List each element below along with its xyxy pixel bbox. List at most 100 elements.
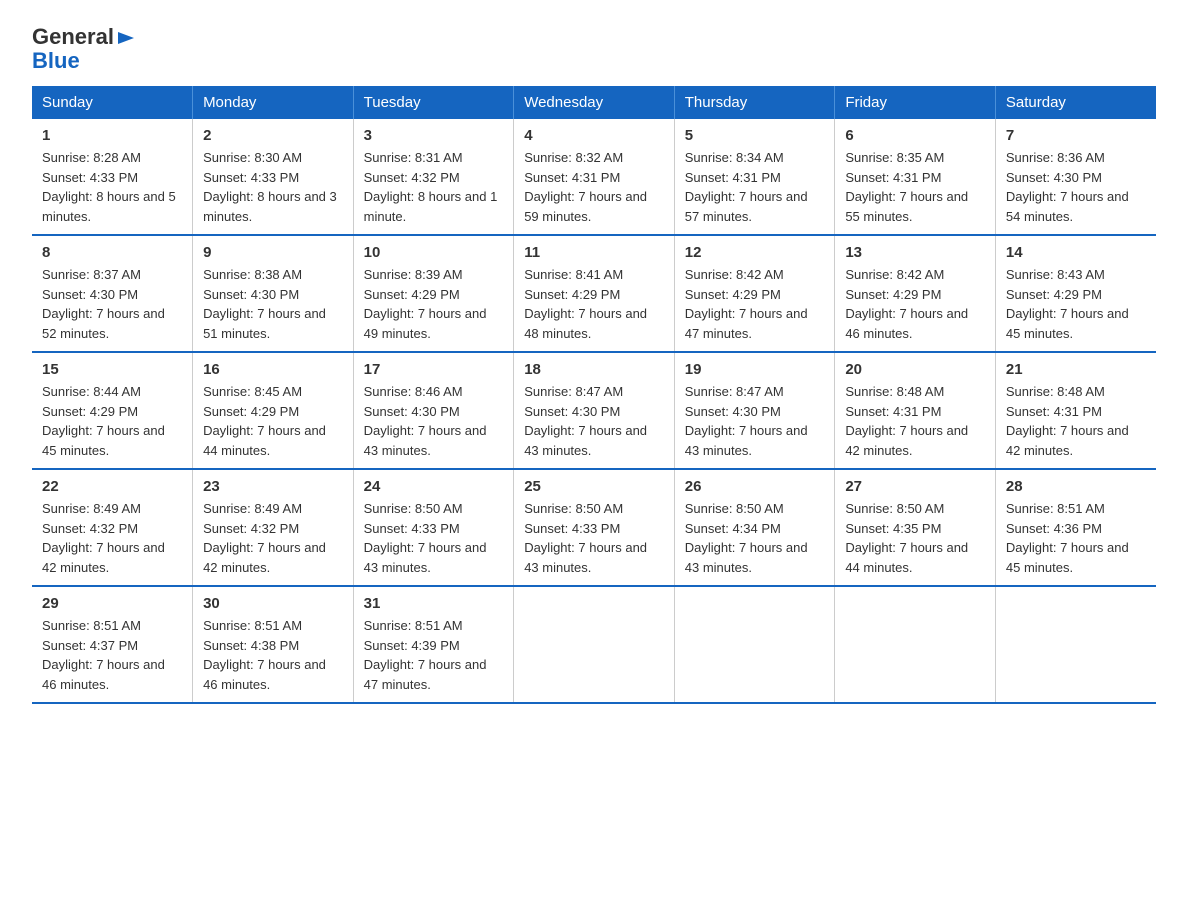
day-number: 21 (1006, 361, 1146, 378)
day-number: 15 (42, 361, 182, 378)
day-number: 5 (685, 127, 825, 144)
day-info: Sunrise: 8:35 AM Sunset: 4:31 PM Dayligh… (845, 148, 985, 226)
calendar-cell: 24 Sunrise: 8:50 AM Sunset: 4:33 PM Dayl… (353, 469, 514, 586)
calendar-cell: 12 Sunrise: 8:42 AM Sunset: 4:29 PM Dayl… (674, 235, 835, 352)
day-number: 16 (203, 361, 343, 378)
calendar-cell: 11 Sunrise: 8:41 AM Sunset: 4:29 PM Dayl… (514, 235, 675, 352)
weekday-header-sunday: Sunday (32, 86, 193, 119)
weekday-header-thursday: Thursday (674, 86, 835, 119)
weekday-header-friday: Friday (835, 86, 996, 119)
calendar-week-1: 1 Sunrise: 8:28 AM Sunset: 4:33 PM Dayli… (32, 119, 1156, 235)
day-info: Sunrise: 8:48 AM Sunset: 4:31 PM Dayligh… (845, 382, 985, 460)
calendar-cell: 31 Sunrise: 8:51 AM Sunset: 4:39 PM Dayl… (353, 586, 514, 703)
day-info: Sunrise: 8:34 AM Sunset: 4:31 PM Dayligh… (685, 148, 825, 226)
page-header: General Blue (32, 24, 1156, 74)
weekday-header-tuesday: Tuesday (353, 86, 514, 119)
day-info: Sunrise: 8:43 AM Sunset: 4:29 PM Dayligh… (1006, 265, 1146, 343)
day-info: Sunrise: 8:50 AM Sunset: 4:34 PM Dayligh… (685, 499, 825, 577)
day-info: Sunrise: 8:51 AM Sunset: 4:38 PM Dayligh… (203, 616, 343, 694)
calendar-table: SundayMondayTuesdayWednesdayThursdayFrid… (32, 86, 1156, 704)
day-number: 20 (845, 361, 985, 378)
day-number: 2 (203, 127, 343, 144)
calendar-cell: 15 Sunrise: 8:44 AM Sunset: 4:29 PM Dayl… (32, 352, 193, 469)
calendar-week-5: 29 Sunrise: 8:51 AM Sunset: 4:37 PM Dayl… (32, 586, 1156, 703)
calendar-body: 1 Sunrise: 8:28 AM Sunset: 4:33 PM Dayli… (32, 119, 1156, 703)
day-number: 14 (1006, 244, 1146, 261)
day-number: 9 (203, 244, 343, 261)
calendar-cell: 30 Sunrise: 8:51 AM Sunset: 4:38 PM Dayl… (193, 586, 354, 703)
day-info: Sunrise: 8:36 AM Sunset: 4:30 PM Dayligh… (1006, 148, 1146, 226)
day-info: Sunrise: 8:39 AM Sunset: 4:29 PM Dayligh… (364, 265, 504, 343)
day-number: 6 (845, 127, 985, 144)
day-number: 13 (845, 244, 985, 261)
day-info: Sunrise: 8:32 AM Sunset: 4:31 PM Dayligh… (524, 148, 664, 226)
day-info: Sunrise: 8:48 AM Sunset: 4:31 PM Dayligh… (1006, 382, 1146, 460)
weekday-header-wednesday: Wednesday (514, 86, 675, 119)
calendar-cell: 14 Sunrise: 8:43 AM Sunset: 4:29 PM Dayl… (995, 235, 1156, 352)
day-number: 11 (524, 244, 664, 261)
calendar-cell: 10 Sunrise: 8:39 AM Sunset: 4:29 PM Dayl… (353, 235, 514, 352)
logo: General Blue (32, 24, 136, 74)
day-number: 30 (203, 595, 343, 612)
day-info: Sunrise: 8:42 AM Sunset: 4:29 PM Dayligh… (845, 265, 985, 343)
day-info: Sunrise: 8:49 AM Sunset: 4:32 PM Dayligh… (42, 499, 182, 577)
day-number: 3 (364, 127, 504, 144)
day-number: 7 (1006, 127, 1146, 144)
day-number: 29 (42, 595, 182, 612)
calendar-cell (514, 586, 675, 703)
logo-part1: General (32, 24, 114, 50)
calendar-cell: 20 Sunrise: 8:48 AM Sunset: 4:31 PM Dayl… (835, 352, 996, 469)
day-info: Sunrise: 8:45 AM Sunset: 4:29 PM Dayligh… (203, 382, 343, 460)
day-info: Sunrise: 8:50 AM Sunset: 4:33 PM Dayligh… (364, 499, 504, 577)
day-info: Sunrise: 8:47 AM Sunset: 4:30 PM Dayligh… (685, 382, 825, 460)
calendar-cell: 8 Sunrise: 8:37 AM Sunset: 4:30 PM Dayli… (32, 235, 193, 352)
calendar-cell: 7 Sunrise: 8:36 AM Sunset: 4:30 PM Dayli… (995, 119, 1156, 235)
calendar-cell: 21 Sunrise: 8:48 AM Sunset: 4:31 PM Dayl… (995, 352, 1156, 469)
day-number: 18 (524, 361, 664, 378)
day-info: Sunrise: 8:37 AM Sunset: 4:30 PM Dayligh… (42, 265, 182, 343)
day-info: Sunrise: 8:51 AM Sunset: 4:36 PM Dayligh… (1006, 499, 1146, 577)
day-number: 24 (364, 478, 504, 495)
calendar-week-2: 8 Sunrise: 8:37 AM Sunset: 4:30 PM Dayli… (32, 235, 1156, 352)
calendar-cell (835, 586, 996, 703)
day-info: Sunrise: 8:31 AM Sunset: 4:32 PM Dayligh… (364, 148, 504, 226)
calendar-cell: 22 Sunrise: 8:49 AM Sunset: 4:32 PM Dayl… (32, 469, 193, 586)
day-number: 26 (685, 478, 825, 495)
logo-icon (116, 28, 136, 48)
day-info: Sunrise: 8:44 AM Sunset: 4:29 PM Dayligh… (42, 382, 182, 460)
weekday-header-monday: Monday (193, 86, 354, 119)
day-number: 22 (42, 478, 182, 495)
day-number: 12 (685, 244, 825, 261)
day-number: 1 (42, 127, 182, 144)
day-number: 17 (364, 361, 504, 378)
day-info: Sunrise: 8:46 AM Sunset: 4:30 PM Dayligh… (364, 382, 504, 460)
calendar-cell: 5 Sunrise: 8:34 AM Sunset: 4:31 PM Dayli… (674, 119, 835, 235)
calendar-cell: 1 Sunrise: 8:28 AM Sunset: 4:33 PM Dayli… (32, 119, 193, 235)
day-number: 31 (364, 595, 504, 612)
calendar-cell: 25 Sunrise: 8:50 AM Sunset: 4:33 PM Dayl… (514, 469, 675, 586)
day-number: 27 (845, 478, 985, 495)
calendar-cell: 27 Sunrise: 8:50 AM Sunset: 4:35 PM Dayl… (835, 469, 996, 586)
day-info: Sunrise: 8:51 AM Sunset: 4:37 PM Dayligh… (42, 616, 182, 694)
day-number: 25 (524, 478, 664, 495)
day-number: 10 (364, 244, 504, 261)
day-number: 23 (203, 478, 343, 495)
day-info: Sunrise: 8:50 AM Sunset: 4:35 PM Dayligh… (845, 499, 985, 577)
day-info: Sunrise: 8:41 AM Sunset: 4:29 PM Dayligh… (524, 265, 664, 343)
day-info: Sunrise: 8:47 AM Sunset: 4:30 PM Dayligh… (524, 382, 664, 460)
calendar-cell: 29 Sunrise: 8:51 AM Sunset: 4:37 PM Dayl… (32, 586, 193, 703)
day-info: Sunrise: 8:30 AM Sunset: 4:33 PM Dayligh… (203, 148, 343, 226)
calendar-cell: 4 Sunrise: 8:32 AM Sunset: 4:31 PM Dayli… (514, 119, 675, 235)
day-info: Sunrise: 8:50 AM Sunset: 4:33 PM Dayligh… (524, 499, 664, 577)
calendar-cell: 19 Sunrise: 8:47 AM Sunset: 4:30 PM Dayl… (674, 352, 835, 469)
calendar-cell: 23 Sunrise: 8:49 AM Sunset: 4:32 PM Dayl… (193, 469, 354, 586)
day-info: Sunrise: 8:28 AM Sunset: 4:33 PM Dayligh… (42, 148, 182, 226)
day-number: 19 (685, 361, 825, 378)
calendar-cell: 6 Sunrise: 8:35 AM Sunset: 4:31 PM Dayli… (835, 119, 996, 235)
day-info: Sunrise: 8:49 AM Sunset: 4:32 PM Dayligh… (203, 499, 343, 577)
calendar-cell: 17 Sunrise: 8:46 AM Sunset: 4:30 PM Dayl… (353, 352, 514, 469)
logo-part2: Blue (32, 48, 80, 74)
day-info: Sunrise: 8:51 AM Sunset: 4:39 PM Dayligh… (364, 616, 504, 694)
calendar-cell: 26 Sunrise: 8:50 AM Sunset: 4:34 PM Dayl… (674, 469, 835, 586)
calendar-cell (674, 586, 835, 703)
